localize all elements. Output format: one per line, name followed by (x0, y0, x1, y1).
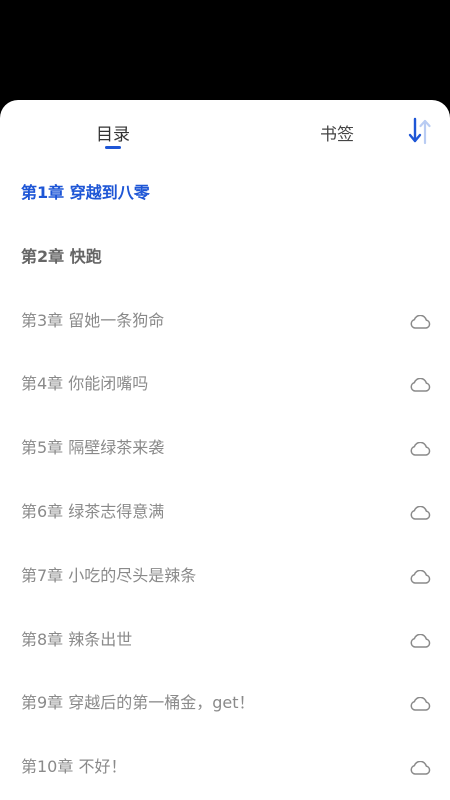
chapter-title: 第2章 快跑 (21, 246, 102, 266)
sort-order-button[interactable] (406, 116, 434, 146)
tab-bar: 目录 书签 (0, 100, 450, 158)
chapter-title: 第6章 绿茶志得意满 (21, 501, 165, 521)
chapter-title: 第10章 不好！ (21, 757, 127, 777)
chapter-title: 第8章 辣条出世 (21, 629, 133, 649)
screen: 目录 书签 第1章 穿越到八零 第2章 快跑 第3章 留她一条狗命 第4章 你能… (0, 0, 450, 800)
chapter-title: 第5章 隔壁绿茶来袭 (21, 438, 165, 458)
chapter-row-10[interactable]: 第10章 不好！ (0, 732, 450, 796)
tab-bookmarks[interactable]: 书签 (320, 120, 354, 145)
chapter-row-3[interactable]: 第3章 留她一条狗命 (0, 286, 450, 350)
chapter-title: 第7章 小吃的尽头是辣条 (21, 565, 197, 585)
chapter-row-6[interactable]: 第6章 绿茶志得意满 (0, 477, 450, 541)
table-of-contents-sheet: 目录 书签 第1章 穿越到八零 第2章 快跑 第3章 留她一条狗命 第4章 你能… (0, 100, 450, 800)
chapter-row-9[interactable]: 第9章 穿越后的第一桶金，get！ (0, 668, 450, 732)
cloud-icon (410, 314, 431, 329)
cloud-icon (410, 442, 431, 456)
cloud-icon (410, 569, 431, 584)
chapter-title: 第4章 你能闭嘴吗 (21, 374, 149, 394)
cloud-icon (410, 633, 431, 648)
tab-table-of-contents[interactable]: 目录 (96, 120, 130, 145)
chapter-row-1[interactable]: 第1章 穿越到八零 (0, 158, 450, 222)
cloud-icon (410, 378, 431, 393)
sort-arrows-icon (408, 117, 431, 145)
chapter-list: 第1章 穿越到八零 第2章 快跑 第3章 留她一条狗命 第4章 你能闭嘴吗 第5… (0, 158, 450, 796)
chapter-row-2[interactable]: 第2章 快跑 (0, 222, 450, 286)
cloud-icon (410, 505, 431, 520)
cloud-icon (410, 761, 431, 775)
chapter-row-5[interactable]: 第5章 隔壁绿茶来袭 (0, 413, 450, 477)
cloud-icon (410, 697, 431, 712)
chapter-title: 第1章 穿越到八零 (21, 183, 150, 202)
chapter-title: 第3章 留她一条狗命 (21, 310, 165, 330)
chapter-title: 第9章 穿越后的第一桶金，get！ (21, 693, 255, 713)
chapter-row-8[interactable]: 第8章 辣条出世 (0, 605, 450, 669)
active-tab-indicator (105, 146, 121, 149)
chapter-row-4[interactable]: 第4章 你能闭嘴吗 (0, 349, 450, 413)
chapter-row-7[interactable]: 第7章 小吃的尽头是辣条 (0, 541, 450, 605)
